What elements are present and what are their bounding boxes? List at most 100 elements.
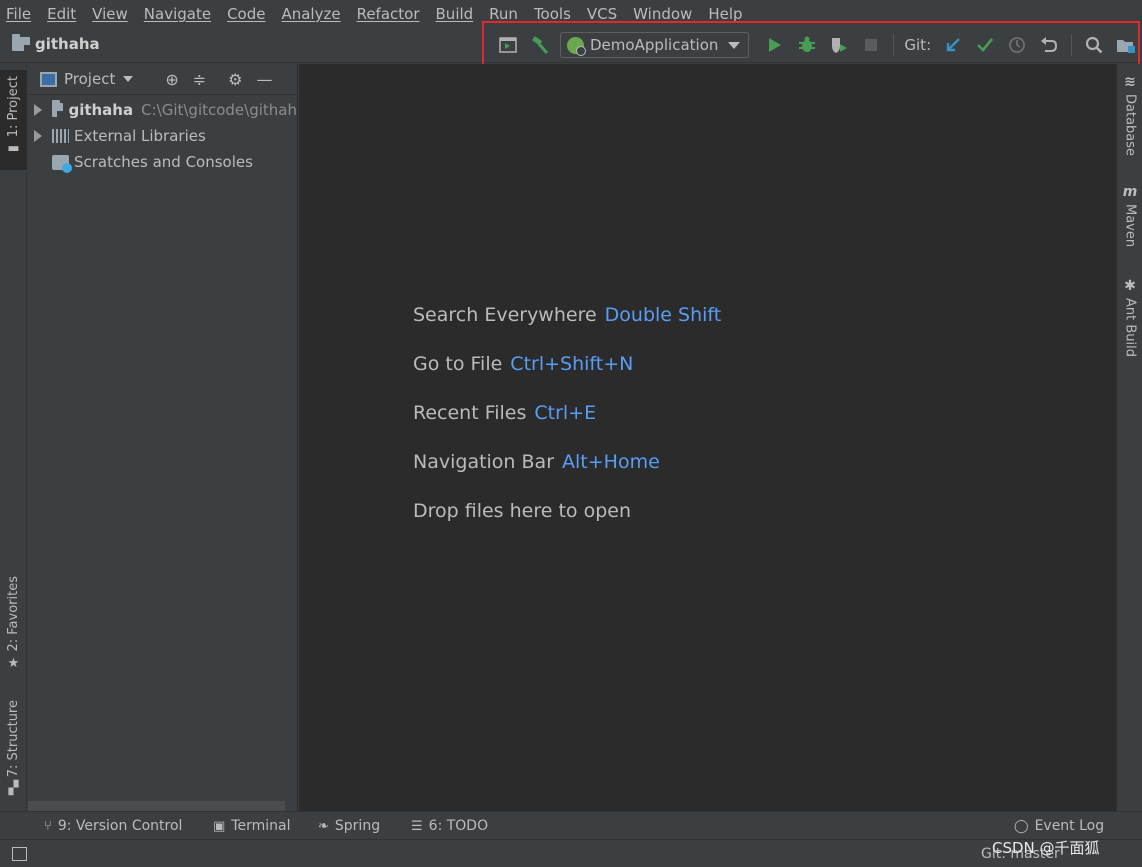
chevron-right-icon[interactable] — [34, 104, 42, 116]
tool-tab-version-control-label: 9: Version Control — [57, 818, 183, 834]
project-tree: githaha C:\Git\gitcode\githah External L… — [28, 95, 297, 175]
menu-vcs[interactable]: VCS — [587, 5, 617, 23]
project-tool-window: Project ⊕ ≑ ⚙ — githaha C:\Git\gitcode\g… — [28, 64, 298, 811]
tree-item-label: githaha — [68, 101, 134, 119]
hint-label: Recent Files — [413, 402, 527, 424]
tool-tab-todo[interactable]: ☰ 6: TODO — [411, 818, 488, 834]
spring-boot-icon — [567, 36, 586, 56]
hint-search-everywhere: Search Everywhere Double Shift — [413, 304, 721, 353]
menu-tools[interactable]: Tools — [534, 5, 571, 23]
menu-refactor[interactable]: Refactor — [357, 5, 420, 23]
chevron-right-icon[interactable] — [34, 130, 42, 142]
hint-shortcut: Ctrl+E — [534, 402, 597, 424]
structure-icon: ▞ — [8, 781, 19, 797]
watermark: CSDN @千面狐 — [992, 839, 1100, 857]
star-icon: ★ — [7, 655, 20, 671]
library-icon — [52, 129, 69, 143]
todo-list-icon: ☰ — [411, 818, 423, 834]
project-panel-title[interactable]: Project — [64, 70, 115, 88]
collapse-all-icon[interactable]: ≑ — [193, 70, 206, 89]
build-hammer-icon[interactable] — [528, 33, 552, 57]
chevron-down-icon — [728, 41, 741, 49]
tool-tab-project[interactable]: 1: Project ▬ — [0, 70, 27, 170]
project-structure-icon[interactable] — [1114, 33, 1138, 57]
locate-crosshair-icon[interactable]: ⊕ — [165, 70, 178, 89]
event-log-icon: ◯ — [1014, 818, 1029, 834]
hint-navigation-bar: Navigation Bar Alt+Home — [413, 451, 721, 500]
tool-tab-maven[interactable]: m Maven — [1117, 184, 1142, 247]
folder-icon — [12, 34, 31, 52]
maven-icon: m — [1122, 184, 1138, 200]
run-window-icon[interactable] — [496, 33, 520, 57]
hint-label: Navigation Bar — [413, 451, 555, 473]
project-view-icon — [40, 71, 57, 87]
menu-build[interactable]: Build — [436, 5, 474, 23]
scratches-icon — [52, 154, 72, 173]
menu-navigate[interactable]: Navigate — [144, 5, 211, 23]
menu-help[interactable]: Help — [708, 5, 742, 23]
hint-go-to-file: Go to File Ctrl+Shift+N — [413, 353, 721, 402]
right-tool-stripe: ≋ Database m Maven ✱ Ant Build — [1116, 64, 1142, 811]
tree-item-label: Scratches and Consoles — [74, 153, 253, 171]
tool-tab-database[interactable]: ≋ Database — [1117, 74, 1142, 156]
tool-tab-spring-label: Spring — [334, 818, 381, 834]
tool-tab-event-log-label: Event Log — [1034, 818, 1105, 834]
tool-tab-structure[interactable]: 7: Structure ▞ — [0, 700, 27, 796]
gear-icon[interactable]: ⚙ — [228, 70, 242, 89]
left-tool-stripe: 1: Project ▬ 2: Favorites ★ 7: Structure… — [0, 64, 27, 811]
tool-tab-ant-build-label: Ant Build — [1122, 298, 1138, 357]
folder-icon — [52, 100, 65, 118]
editor-area[interactable]: Search Everywhere Double Shift Go to File… — [299, 64, 1116, 811]
tool-tab-favorites[interactable]: 2: Favorites ★ — [0, 576, 27, 671]
toggle-tool-windows-icon[interactable] — [12, 847, 27, 861]
tool-tab-structure-label: 7: Structure — [6, 700, 21, 778]
main-toolbar: DemoApplication Git: — [492, 31, 1142, 59]
hint-drop-files: Drop files here to open — [413, 500, 721, 549]
tool-tab-version-control[interactable]: ⑂ 9: Version Control — [44, 818, 182, 834]
tree-item-scratches[interactable]: Scratches and Consoles — [28, 149, 297, 175]
hide-minus-icon[interactable]: — — [256, 70, 272, 89]
run-icon[interactable] — [763, 33, 787, 57]
editor-empty-hints: Search Everywhere Double Shift Go to File… — [413, 304, 721, 549]
run-configuration-label: DemoApplication — [590, 36, 719, 54]
horizontal-scrollbar[interactable] — [28, 801, 285, 811]
bottom-tool-stripe: ⑂ 9: Version Control ▣ Terminal ❧ Spring… — [0, 811, 1142, 839]
git-update-arrow-icon[interactable] — [941, 33, 965, 57]
menu-analyze[interactable]: Analyze — [281, 5, 340, 23]
hint-shortcut: Double Shift — [604, 304, 722, 326]
hint-label: Go to File — [413, 353, 503, 375]
git-rollback-icon[interactable] — [1037, 33, 1061, 57]
terminal-icon: ▣ — [213, 818, 226, 834]
git-commit-check-icon[interactable] — [973, 33, 997, 57]
tool-tab-maven-label: Maven — [1122, 204, 1138, 248]
debug-bug-icon[interactable] — [795, 33, 819, 57]
tool-tab-ant-build[interactable]: ✱ Ant Build — [1117, 278, 1142, 357]
hint-shortcut: Ctrl+Shift+N — [510, 353, 634, 375]
navigation-bar: githaha DemoApplication Git: — [0, 27, 1142, 63]
hint-shortcut: Alt+Home — [562, 451, 660, 473]
stop-icon[interactable] — [859, 33, 883, 57]
tree-item-external-libraries[interactable]: External Libraries — [28, 123, 297, 149]
menu-window[interactable]: Window — [633, 5, 692, 23]
chevron-down-icon[interactable] — [123, 76, 134, 82]
tool-tab-event-log[interactable]: ◯ Event Log — [1014, 818, 1104, 834]
menu-run[interactable]: Run — [489, 5, 518, 23]
menu-edit[interactable]: Edit — [47, 5, 76, 23]
nav-project-crumb[interactable]: githaha — [12, 34, 100, 53]
tool-tab-project-label: 1: Project — [6, 76, 21, 138]
coverage-shield-icon[interactable] — [827, 33, 851, 57]
tree-item-project-root[interactable]: githaha C:\Git\gitcode\githah — [28, 97, 297, 123]
git-history-clock-icon[interactable] — [1005, 33, 1029, 57]
tool-tab-terminal[interactable]: ▣ Terminal — [213, 818, 290, 834]
nav-project-name: githaha — [35, 35, 100, 53]
search-icon[interactable] — [1082, 33, 1106, 57]
tool-tab-spring[interactable]: ❧ Spring — [318, 818, 380, 834]
tool-tab-favorites-label: 2: Favorites — [6, 576, 21, 652]
run-configuration-select[interactable]: DemoApplication — [560, 32, 750, 58]
tree-item-label: External Libraries — [74, 127, 206, 145]
menu-code[interactable]: Code — [227, 5, 265, 23]
menu-file[interactable]: File — [6, 5, 31, 23]
tree-item-path: C:\Git\gitcode\githah — [141, 101, 297, 119]
menu-bar: File Edit View Navigate Code Analyze Ref… — [0, 0, 1142, 27]
menu-view[interactable]: View — [92, 5, 128, 23]
